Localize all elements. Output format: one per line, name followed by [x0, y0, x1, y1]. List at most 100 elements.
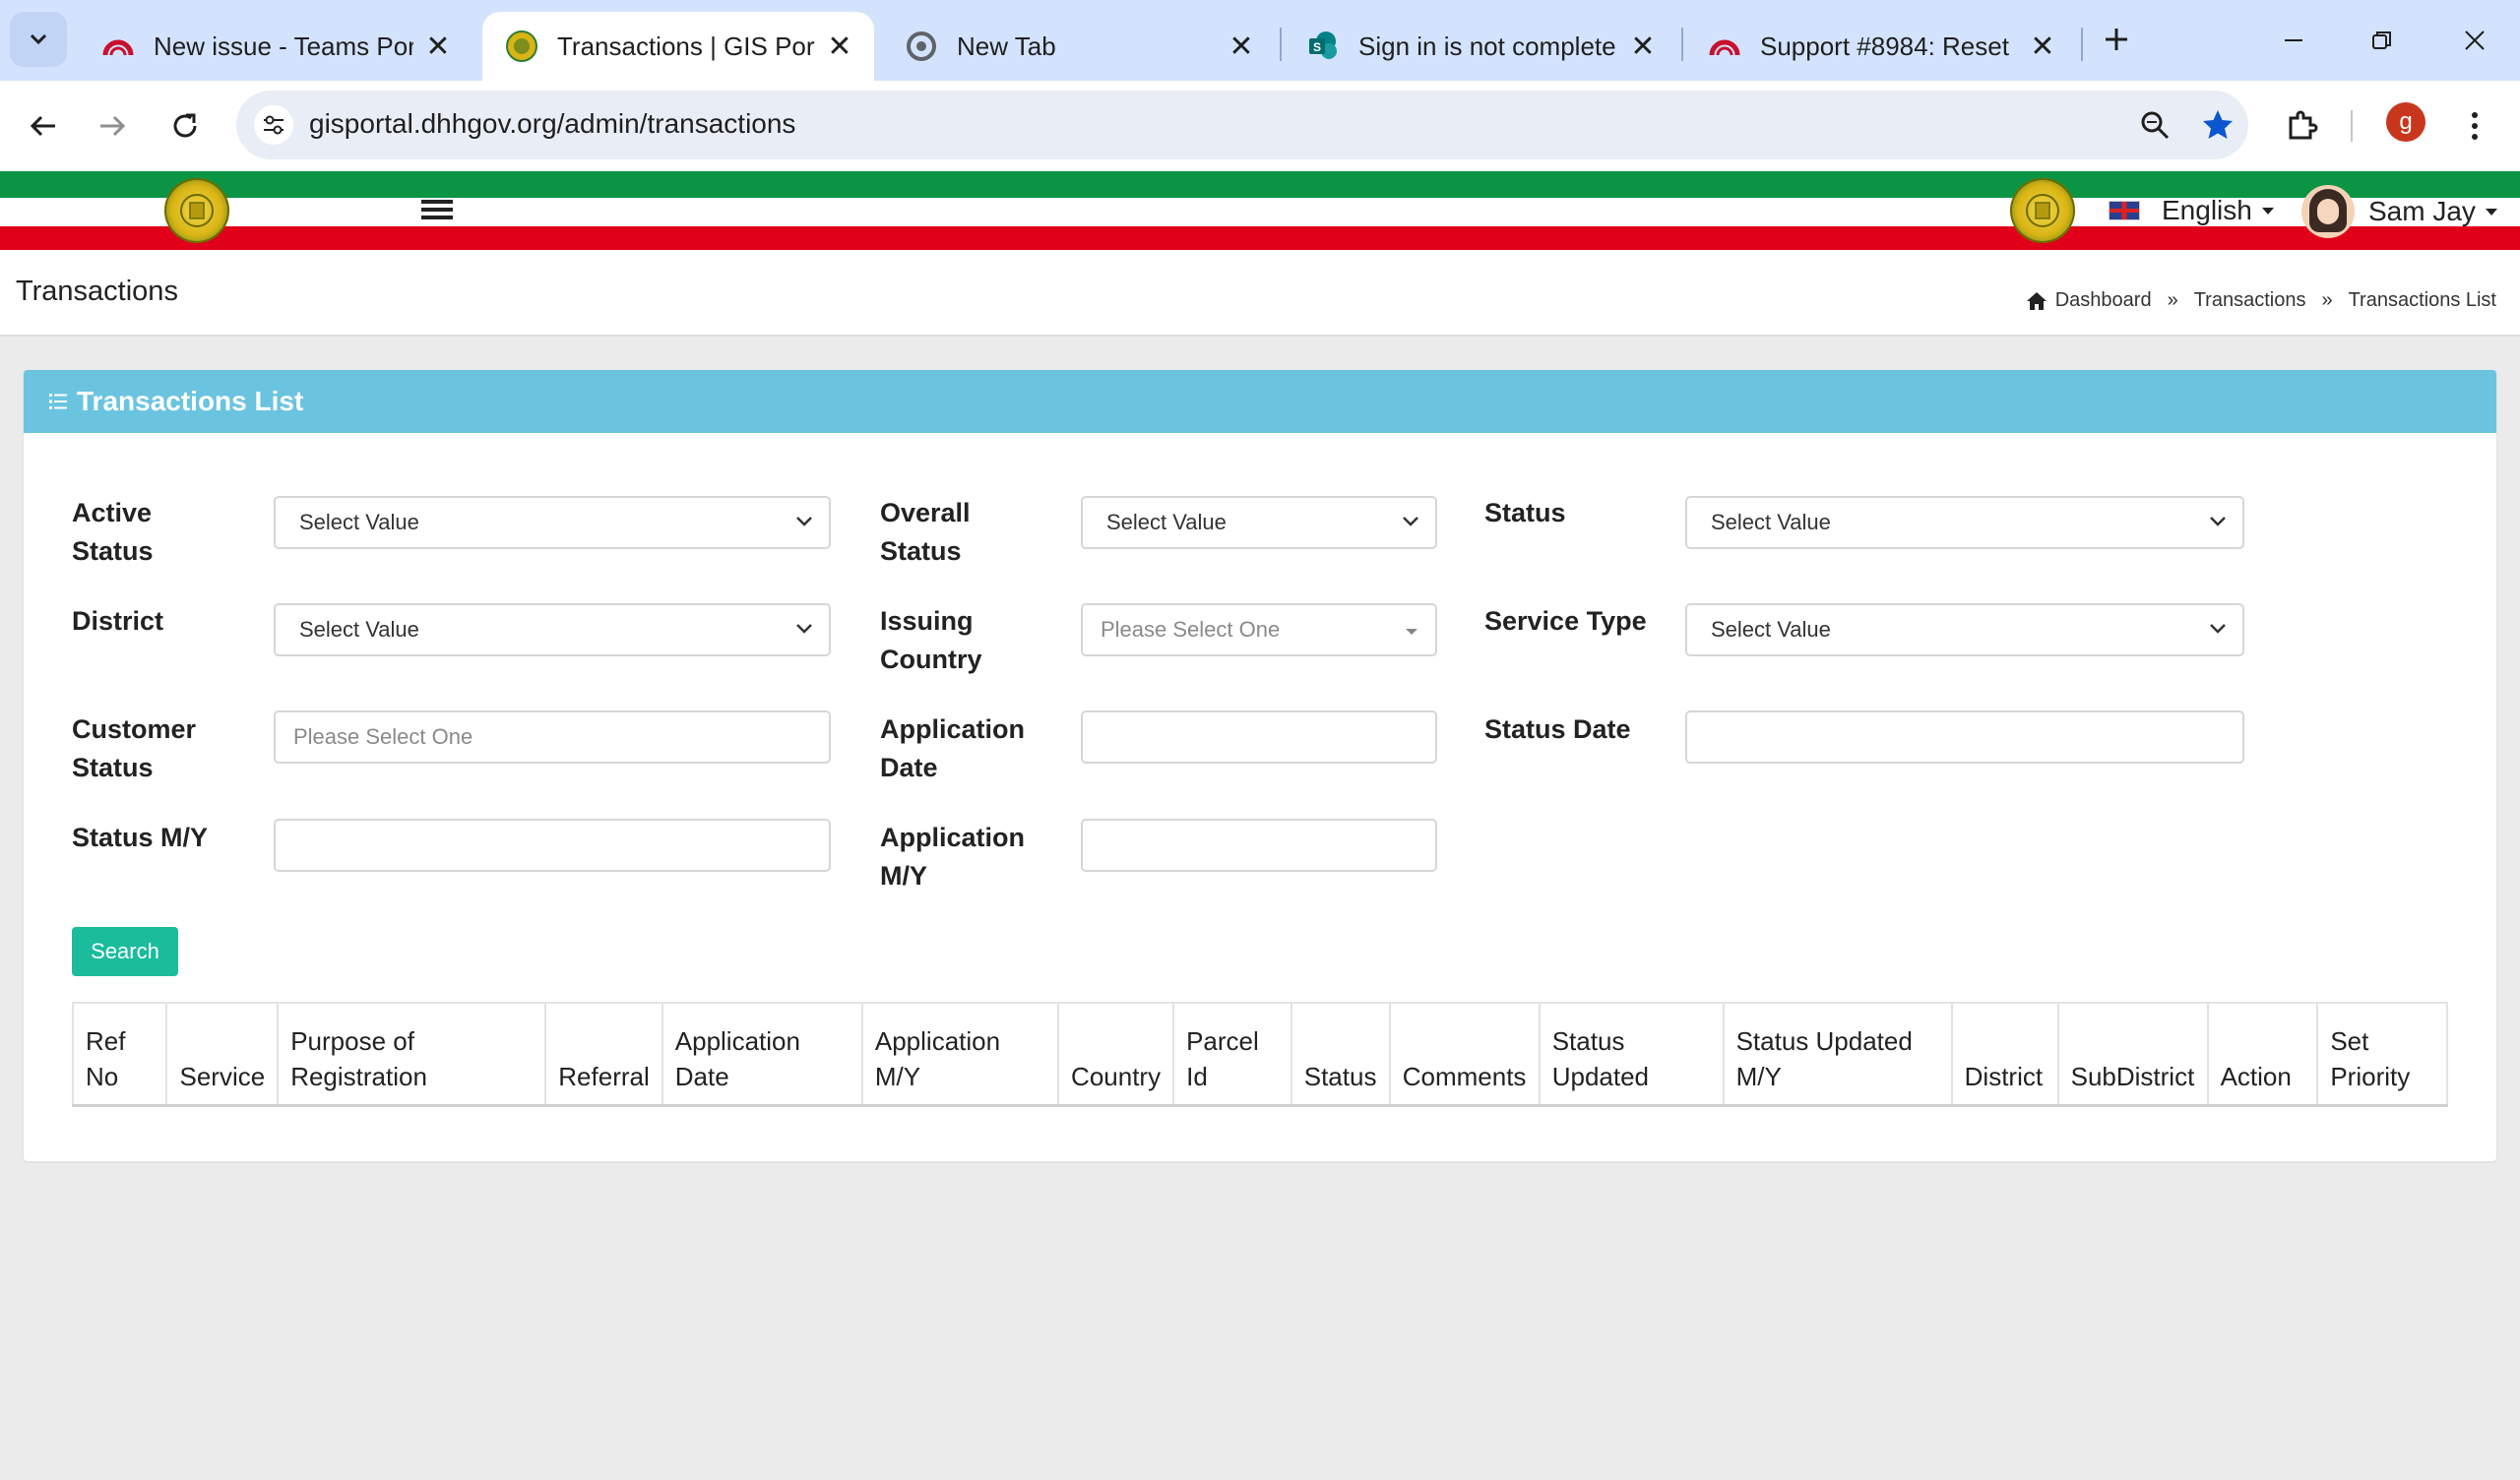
chevron-down-icon — [2210, 624, 2226, 634]
chevron-down-icon — [796, 517, 812, 526]
back-button[interactable] — [16, 98, 71, 154]
site-info-icon[interactable] — [254, 105, 293, 145]
column-header[interactable]: Application M/Y — [860, 1002, 1060, 1107]
column-header[interactable]: SubDistrict — [2056, 1002, 2209, 1107]
overall-status-value: Select Value — [1106, 510, 1227, 534]
district-value: Select Value — [299, 617, 419, 642]
close-icon[interactable]: ✕ — [825, 30, 854, 64]
transactions-table: Ref No Service Purpose of Registration R… — [71, 1002, 2448, 1107]
transactions-card: Transactions List Active Status Select V… — [24, 370, 2496, 1161]
tab-title: Support #8984: Reset Pas — [1760, 31, 2018, 61]
active-status-select[interactable]: Select Value — [274, 496, 831, 549]
status-my-input[interactable] — [274, 819, 831, 872]
menu-toggle-button[interactable] — [421, 200, 453, 223]
active-status-label: Active Status — [72, 498, 154, 566]
breadcrumb-transactions[interactable]: Transactions — [2194, 289, 2306, 312]
column-header[interactable]: Parcel Id — [1172, 1002, 1292, 1107]
hamburger-icon — [421, 200, 453, 204]
tab-title: Sign in is not complete — [1358, 31, 1616, 61]
close-icon[interactable]: ✕ — [1227, 30, 1256, 64]
service-type-select[interactable]: Select Value — [1685, 603, 2244, 656]
district-select[interactable]: Select Value — [274, 603, 831, 656]
forward-button[interactable] — [85, 98, 140, 154]
browser-tab-sharepoint[interactable]: S Sign in is not complete ✕ — [1284, 12, 1677, 81]
status-my-label: Status M/Y — [72, 823, 209, 852]
application-date-input[interactable] — [1081, 710, 1437, 764]
profile-avatar[interactable]: g — [2386, 102, 2426, 142]
status-value: Select Value — [1711, 510, 1831, 534]
zoom-icon[interactable] — [2134, 104, 2175, 146]
extensions-button[interactable] — [2274, 98, 2329, 154]
breadcrumb-dashboard[interactable]: Dashboard — [2055, 289, 2152, 312]
column-header[interactable]: Comments — [1388, 1002, 1541, 1107]
chevron-down-icon — [796, 624, 812, 634]
status-label: Status — [1484, 498, 1566, 527]
flag-stripe-green — [0, 171, 2520, 198]
minimize-button[interactable] — [2264, 16, 2323, 65]
tab-search-button[interactable] — [10, 12, 67, 67]
browser-menu-button[interactable] — [2447, 98, 2502, 154]
address-bar[interactable]: gisportal.dhhgov.org/admin/transactions — [236, 91, 2248, 159]
status-select[interactable]: Select Value — [1685, 496, 2244, 549]
column-header[interactable]: Application Date — [661, 1002, 863, 1107]
issuing-country-select[interactable]: Please Select One — [1081, 603, 1437, 656]
home-icon[interactable] — [2026, 291, 2048, 311]
browser-tab-new-tab[interactable]: New Tab ✕ — [882, 12, 1276, 81]
column-header[interactable]: Status Updated M/Y — [1722, 1002, 1953, 1107]
arrow-right-icon — [100, 115, 126, 137]
column-header[interactable]: District — [1950, 1002, 2059, 1107]
card-title: Transactions List — [77, 386, 304, 416]
breadcrumb-separator: » — [2321, 289, 2333, 311]
language-label: English — [2162, 195, 2252, 225]
page-heading-bar: Transactions Dashboard » Transactions » … — [0, 250, 2520, 337]
column-header[interactable]: Set Priority — [2316, 1002, 2448, 1107]
redmine-icon — [102, 31, 134, 62]
column-header[interactable]: Ref No — [71, 1002, 168, 1107]
column-header[interactable]: Action — [2206, 1002, 2319, 1107]
tab-separator — [1280, 28, 1282, 61]
customer-status-label: Customer Status — [72, 714, 197, 782]
browser-tab-transactions[interactable]: Transactions | GIS Portal ✕ — [482, 12, 874, 81]
breadcrumb-transactions-list: Transactions List — [2348, 289, 2496, 311]
column-header[interactable]: Purpose of Registration — [277, 1002, 547, 1107]
svg-text:S: S — [1313, 40, 1321, 54]
overall-status-select[interactable]: Select Value — [1081, 496, 1437, 549]
toolbar-divider — [2351, 110, 2353, 142]
list-icon — [49, 394, 67, 409]
reload-icon — [173, 113, 197, 138]
chevron-down-icon — [30, 33, 47, 45]
browser-tab-support[interactable]: Support #8984: Reset Pas ✕ — [1685, 12, 2077, 81]
application-date-label: Application Date — [880, 714, 1025, 782]
close-window-button[interactable] — [2445, 16, 2504, 65]
close-icon[interactable]: ✕ — [1628, 30, 1658, 64]
district-label: District — [72, 606, 164, 636]
status-date-input[interactable] — [1685, 710, 2244, 764]
application-my-input[interactable] — [1081, 819, 1437, 872]
search-button[interactable]: Search — [72, 927, 178, 976]
issuing-country-placeholder: Please Select One — [1101, 617, 1281, 642]
tab-separator — [2081, 28, 2083, 61]
service-type-value: Select Value — [1711, 617, 1831, 642]
bookmark-star-icon[interactable] — [2197, 104, 2238, 146]
column-header[interactable]: Status — [1290, 1002, 1391, 1107]
close-icon[interactable]: ✕ — [423, 30, 453, 64]
customer-status-select[interactable]: Please Select One — [274, 710, 831, 764]
gov-emblem-logo[interactable] — [164, 178, 229, 243]
column-header[interactable]: Status Updated — [1538, 1002, 1725, 1107]
restore-button[interactable] — [2353, 16, 2412, 65]
close-icon — [2465, 31, 2485, 50]
address-url: gisportal.dhhgov.org/admin/transactions — [309, 108, 796, 139]
new-tab-button[interactable] — [2095, 18, 2138, 61]
service-type-label: Service Type — [1484, 606, 1647, 636]
user-menu-dropdown[interactable]: Sam Jay — [2301, 185, 2497, 238]
close-icon[interactable]: ✕ — [2028, 30, 2057, 64]
plus-icon — [2106, 29, 2127, 50]
chevron-down-icon — [2210, 517, 2226, 526]
tab-title: New issue - Teams Portal — [154, 31, 413, 61]
browser-tab-teams-portal[interactable]: New issue - Teams Portal ✕ — [79, 12, 472, 81]
column-header[interactable]: Referral — [544, 1002, 663, 1107]
reload-button[interactable] — [158, 98, 213, 154]
column-header[interactable]: Country — [1057, 1002, 1175, 1107]
language-dropdown[interactable]: English — [2109, 195, 2274, 226]
column-header[interactable]: Service — [165, 1002, 280, 1107]
